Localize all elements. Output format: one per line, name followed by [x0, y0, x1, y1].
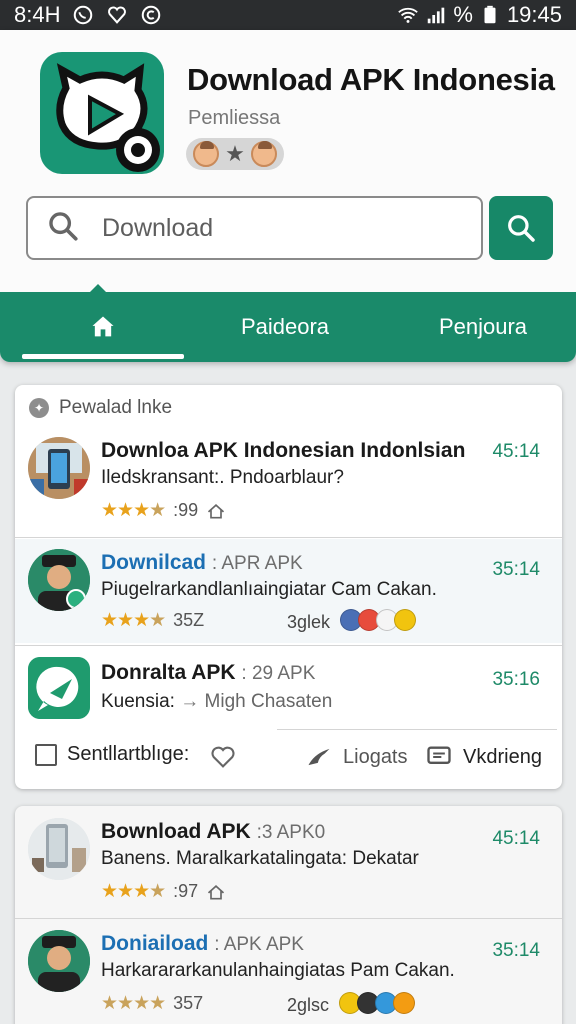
- item-description: Harkarararkanulanhaingiatas Pam Cakan.: [101, 960, 455, 981]
- search-field[interactable]: [26, 196, 483, 260]
- comment-button[interactable]: Vkdrieng: [425, 743, 542, 771]
- face-badge-icon: [250, 141, 277, 167]
- home-icon: [92, 316, 114, 337]
- home-outline-icon: [208, 884, 225, 899]
- home-outline-icon: [208, 503, 225, 518]
- star-rating-icon: ★★★★: [101, 881, 166, 902]
- signal-icon: [425, 4, 447, 26]
- status-time-right: 19:45: [506, 2, 562, 27]
- battery-icon: [479, 4, 501, 26]
- app-title: Download APK Indonesia: [187, 62, 555, 97]
- heart-check-icon: [106, 4, 128, 26]
- item-title: Bownload APK :3 APK0: [101, 820, 326, 843]
- reaction-count: 3glek: [287, 612, 331, 632]
- emoji-reactions-icon: [339, 992, 416, 1019]
- item-time: 35:14: [492, 559, 540, 580]
- item-rating: ★★★★ :97: [101, 880, 226, 903]
- item-time: 35:16: [492, 669, 540, 690]
- emoji-reactions-icon: [340, 609, 417, 636]
- item-rating: ★★★★ 35Z: [101, 609, 204, 632]
- list-item[interactable]: Downilcad : APR APK 35:14 Piugelrarkandl…: [15, 539, 562, 643]
- gear-badge-icon: ✦: [29, 398, 49, 418]
- user-avatar: [28, 930, 90, 992]
- divider: [15, 918, 562, 919]
- search-icon: [508, 215, 535, 242]
- star-rating-icon: ★★★★: [101, 993, 166, 1014]
- item-title: Downilcad : APR APK: [101, 551, 303, 574]
- user-avatar: [28, 549, 90, 611]
- share-icon: [308, 748, 330, 766]
- item-rating: ★★★★ :99: [101, 499, 226, 522]
- heart-icon: [211, 746, 235, 768]
- copyright-icon: [140, 4, 162, 26]
- tab-home[interactable]: [22, 292, 184, 362]
- section-header: ✦ Pewalad lnke: [29, 397, 172, 419]
- item-time: 45:14: [492, 441, 540, 462]
- app-logo-icon: [40, 52, 164, 174]
- arrow-right-icon: →: [180, 691, 200, 712]
- rating-value: :97: [173, 881, 199, 901]
- app-publisher: Pemliessa: [188, 107, 281, 129]
- share-button[interactable]: Liogats: [305, 743, 408, 771]
- item-time: 45:14: [492, 828, 540, 849]
- app-thumbnail: [28, 437, 90, 499]
- active-tab-underline: [22, 354, 184, 359]
- checkbox-label: Sentllartblıge:: [67, 743, 190, 765]
- face-badge-icon: [193, 141, 220, 167]
- app-header: Download APK Indonesia Pemliessa ★ Paide…: [0, 30, 576, 362]
- results-card-2: Bownload APK :3 APK0 45:14 Banens. Maral…: [15, 806, 562, 1024]
- app-icon: [28, 657, 90, 719]
- star-icon: ★: [225, 141, 245, 166]
- divider: [15, 537, 562, 538]
- app-thumbnail: [28, 818, 90, 880]
- tab-penjoura[interactable]: Penjoura: [400, 292, 566, 362]
- checkbox[interactable]: [35, 743, 57, 766]
- search-icon: [46, 209, 80, 248]
- item-title: Doniaiload : APK APK: [101, 932, 304, 955]
- rating-value: 357: [173, 993, 204, 1013]
- item-description: Banens. Maralkarkatalingata: Dekatar: [101, 848, 419, 869]
- divider: [15, 645, 562, 646]
- list-item[interactable]: Doniaiload : APK APK 35:14 Harkarararkan…: [15, 920, 562, 1024]
- wifi-icon: [397, 4, 419, 26]
- whatsapp-icon: [72, 4, 94, 26]
- item-time: 35:14: [492, 940, 540, 961]
- item-title: Downloa APK Indonesian Indonlsian: [101, 439, 466, 462]
- results-card: ✦ Pewalad lnke Downloa APK Indonesian In…: [15, 385, 562, 789]
- like-button[interactable]: [209, 743, 237, 771]
- action-bar: Sentllartblıge: Liogats Vkdrieng: [15, 729, 562, 785]
- search-button[interactable]: [489, 196, 553, 260]
- rating-value: :99: [173, 500, 199, 520]
- reaction-group: 2glsc: [287, 992, 416, 1019]
- reaction-count: 2glsc: [287, 995, 330, 1015]
- divider: [277, 729, 557, 730]
- tab-paideora[interactable]: Paideora: [200, 292, 370, 362]
- list-item[interactable]: Donralta APK : 29 APK 35:16 Kuensia: → M…: [15, 647, 562, 727]
- item-description: Kuensia: → Migh Chasaten: [101, 691, 333, 712]
- star-rating-icon: ★★★★: [101, 610, 166, 631]
- item-title: Donralta APK : 29 APK: [101, 661, 316, 684]
- list-item[interactable]: Bownload APK :3 APK0 45:14 Banens. Maral…: [15, 806, 562, 916]
- status-bar: 8:4H % 19:45: [0, 0, 576, 30]
- list-item[interactable]: Downloa APK Indonesian Indonlsian 45:14 …: [15, 431, 562, 535]
- reaction-group: 3glek: [287, 609, 417, 636]
- rating-badges: ★: [186, 138, 284, 170]
- item-description: Iledskransant:. Pndoarblaur?: [101, 467, 344, 488]
- search-input[interactable]: [102, 213, 442, 243]
- item-description: Piugelrarkandlanlıaingiatar Cam Cakan.: [101, 579, 437, 600]
- star-rating-icon: ★★★★: [101, 500, 166, 521]
- comment-icon: [427, 746, 451, 764]
- item-rating: ★★★★ 357: [101, 992, 203, 1015]
- section-title: Pewalad lnke: [59, 397, 173, 418]
- rating-value: 35Z: [173, 610, 205, 630]
- select-toggle[interactable]: Sentllartblıge:: [35, 743, 189, 766]
- status-time-left: 8:4H: [14, 2, 61, 27]
- battery-percent: %: [453, 2, 473, 27]
